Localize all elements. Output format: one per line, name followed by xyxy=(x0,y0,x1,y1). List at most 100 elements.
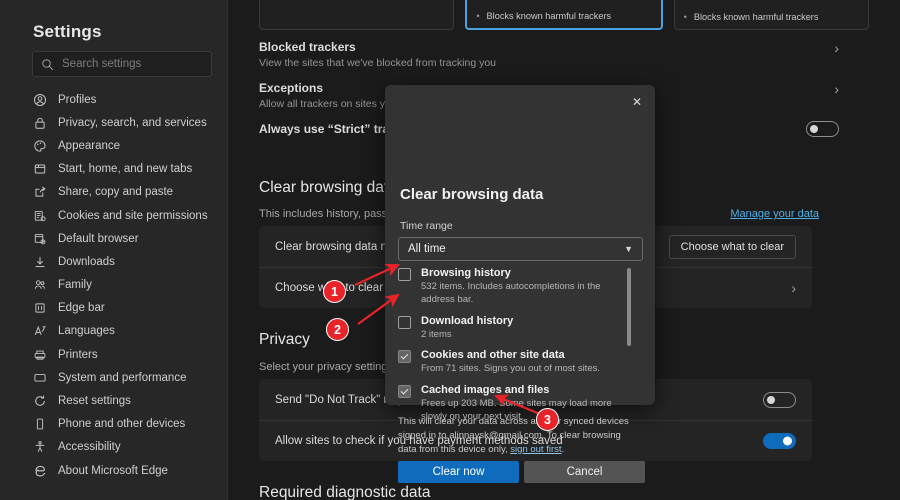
chevron-down-icon: ▼ xyxy=(624,244,633,254)
time-range-value: All time xyxy=(408,243,446,255)
option-label: Browsing history xyxy=(421,267,633,279)
tracker-card-strict[interactable]: • Blocks known harmful trackers xyxy=(674,0,869,30)
sidebar-item-cookies-site-permissions[interactable]: Cookies and site permissions xyxy=(32,204,222,227)
option-label: Cached images and files xyxy=(421,384,633,396)
tracker-card-basic[interactable]: • Blocks known harmful trackers xyxy=(259,0,454,30)
tracker-card-bullet-text: Blocks known harmful trackers xyxy=(487,10,612,22)
sidebar-item-about-microsoft-edge[interactable]: About Microsoft Edge xyxy=(32,459,222,482)
sidebar-item-share-copy-paste[interactable]: Share, copy and paste xyxy=(32,181,222,204)
option-text: Download history 2 items xyxy=(421,315,513,342)
bullet-dot: • xyxy=(684,11,687,23)
option-text: Browsing history 532 items. Includes aut… xyxy=(421,267,633,307)
option-label: Cookies and other site data xyxy=(421,349,600,361)
settings-sidebar: Settings Search settings Profiles Pri xyxy=(0,0,228,500)
reset-icon xyxy=(32,394,47,409)
home-tabs-icon xyxy=(32,162,47,177)
sidebar-item-system-performance[interactable]: System and performance xyxy=(32,366,222,389)
cookies-checkbox[interactable] xyxy=(398,350,411,363)
privacy-description: Select your privacy settings f xyxy=(259,361,399,373)
sidebar-item-profiles[interactable]: Profiles xyxy=(32,88,222,111)
data-type-checkbox-list: Browsing history 532 items. Includes aut… xyxy=(398,267,643,402)
sidebar-item-accessibility[interactable]: Accessibility xyxy=(32,436,222,459)
sidebar-item-label: Languages xyxy=(58,325,115,337)
sidebar-item-label: System and performance xyxy=(58,372,186,384)
sidebar-item-label: About Microsoft Edge xyxy=(58,465,168,477)
payment-methods-toggle[interactable] xyxy=(763,433,796,449)
clear-browsing-data-heading: Clear browsing data xyxy=(259,179,397,197)
option-download-history[interactable]: Download history 2 items xyxy=(398,315,643,342)
sign-out-first-link[interactable]: sign out first xyxy=(510,444,561,455)
option-cookies-and-other-site-data[interactable]: Cookies and other site data From 71 site… xyxy=(398,349,643,376)
required-diagnostic-data-heading: Required diagnostic data xyxy=(259,484,430,500)
annotation-badge-number: 1 xyxy=(331,285,338,299)
edge-logo-icon xyxy=(32,463,47,478)
sync-note: This will clear your data across all you… xyxy=(398,415,641,456)
annotation-badge-1: 1 xyxy=(323,280,346,303)
sidebar-item-default-browser[interactable]: Default browser xyxy=(32,227,222,250)
sidebar-item-edge-bar[interactable]: Edge bar xyxy=(32,297,222,320)
sidebar-item-family[interactable]: Family xyxy=(32,274,222,297)
family-icon xyxy=(32,278,47,293)
cookie-permissions-icon xyxy=(32,208,47,223)
blocked-trackers-title: Blocked trackers xyxy=(259,40,496,54)
sidebar-item-label: Downloads xyxy=(58,256,115,268)
sidebar-item-label: Phone and other devices xyxy=(58,418,185,430)
cancel-button[interactable]: Cancel xyxy=(524,461,645,483)
palette-icon xyxy=(32,138,47,153)
sidebar-item-reset-settings[interactable]: Reset settings xyxy=(32,389,222,412)
tracker-card-bullet: • Blocks known harmful trackers xyxy=(476,10,654,22)
phone-icon xyxy=(32,417,47,432)
sidebar-item-start-home-new-tabs[interactable]: Start, home, and new tabs xyxy=(32,158,222,181)
cached-images-checkbox[interactable] xyxy=(398,385,411,398)
sidebar-item-label: Profiles xyxy=(58,94,96,106)
sidebar-item-label: Reset settings xyxy=(58,395,131,407)
blocked-trackers-row[interactable]: Blocked trackers View the sites that we'… xyxy=(259,40,839,69)
tracker-card-balanced[interactable]: • Blocks known harmful trackers xyxy=(465,0,662,30)
clear-browsing-data-dialog: ✕ Clear browsing data Time range All tim… xyxy=(385,85,655,405)
bullet-dot: • xyxy=(476,10,479,22)
option-browsing-history[interactable]: Browsing history 532 items. Includes aut… xyxy=(398,267,643,307)
chevron-right-icon: › xyxy=(834,81,839,97)
search-input-placeholder: Search settings xyxy=(62,58,141,70)
do-not-track-toggle[interactable] xyxy=(763,392,796,408)
download-history-checkbox[interactable] xyxy=(398,316,411,329)
sync-note-period: . xyxy=(562,444,565,455)
sidebar-item-languages[interactable]: Languages xyxy=(32,320,222,343)
search-icon xyxy=(41,58,54,71)
always-strict-toggle[interactable] xyxy=(806,121,839,137)
sidebar-nav-list: Profiles Privacy, search, and services A… xyxy=(32,88,222,482)
exceptions-subtitle: Allow all trackers on sites you c xyxy=(259,98,405,110)
sidebar-item-phone-other-devices[interactable]: Phone and other devices xyxy=(32,413,222,436)
close-icon[interactable]: ✕ xyxy=(624,90,650,114)
annotation-badge-3: 3 xyxy=(536,408,559,431)
option-detail: 532 items. Includes autocompletions in t… xyxy=(421,281,633,307)
sidebar-item-appearance[interactable]: Appearance xyxy=(32,134,222,157)
sidebar-item-label: Cookies and site permissions xyxy=(58,210,208,222)
clear-now-button[interactable]: Clear now xyxy=(398,461,519,483)
annotation-badge-2: 2 xyxy=(326,318,349,341)
annotation-badge-number: 2 xyxy=(334,323,341,337)
privacy-heading: Privacy xyxy=(259,331,310,349)
manage-your-data-link[interactable]: Manage your data xyxy=(730,208,819,220)
sidebar-item-downloads[interactable]: Downloads xyxy=(32,250,222,273)
tracker-card-bullet-text: Blocks known harmful trackers xyxy=(694,11,819,23)
browsing-history-checkbox[interactable] xyxy=(398,268,411,281)
clear-browsing-data-description: This includes history, passwo xyxy=(259,208,401,220)
choose-what-to-clear-button[interactable]: Choose what to clear xyxy=(669,235,796,259)
sidebar-item-label: Start, home, and new tabs xyxy=(58,163,192,175)
clear-data-now-label: Clear browsing data now xyxy=(275,241,402,253)
time-range-select[interactable]: All time ▼ xyxy=(398,237,643,261)
search-settings-box[interactable]: Search settings xyxy=(32,51,212,77)
accessibility-icon xyxy=(32,440,47,455)
dialog-title: Clear browsing data xyxy=(400,186,543,203)
tracker-card-bullet: • Blocks known harmful trackers xyxy=(684,11,862,23)
sidebar-item-printers[interactable]: Printers xyxy=(32,343,222,366)
tracker-prevention-cards: • Blocks known harmful trackers • Blocks… xyxy=(259,0,869,30)
dialog-scrollbar-thumb[interactable] xyxy=(627,268,631,346)
sidebar-item-label: Accessibility xyxy=(58,441,121,453)
edge-bar-icon xyxy=(32,301,47,316)
blocked-trackers-subtitle: View the sites that we've blocked from t… xyxy=(259,57,496,69)
sidebar-item-label: Printers xyxy=(58,349,98,361)
sidebar-item-privacy-search-services[interactable]: Privacy, search, and services xyxy=(32,111,222,134)
annotation-badge-number: 3 xyxy=(544,413,551,427)
